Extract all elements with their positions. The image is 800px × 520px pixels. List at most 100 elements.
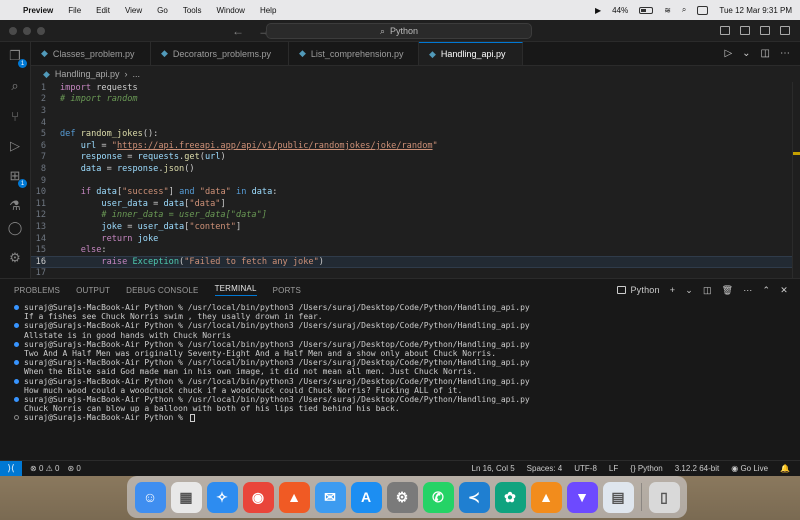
menu-help[interactable]: Help (260, 6, 276, 15)
toggle-sidebar-icon[interactable] (720, 26, 730, 35)
encoding[interactable]: UTF-8 (574, 464, 597, 473)
run-debug-icon[interactable]: ▷ (7, 138, 23, 154)
tab-debug-console[interactable]: DEBUG CONSOLE (126, 286, 198, 295)
whatsapp-icon[interactable]: ✆ (422, 481, 454, 513)
run-dropdown-icon[interactable]: ⌄ (742, 48, 750, 59)
menu-go[interactable]: Go (157, 6, 168, 15)
code-line[interactable]: 3 (31, 105, 800, 117)
preview-icon[interactable]: ▤ (602, 481, 634, 513)
code-line[interactable]: 2 # import random (31, 94, 800, 106)
app-store-icon[interactable]: A (350, 481, 382, 513)
remote-indicator-icon[interactable]: ⟩⟨ (0, 461, 22, 476)
tab-decorators-problems[interactable]: ◆ Decorators_problems.py (151, 42, 289, 65)
code-line[interactable]: 8 data = response. json() (31, 163, 800, 175)
go-live-button[interactable]: ◉ Go Live (731, 464, 768, 473)
system-settings-icon[interactable]: ⚙ (386, 481, 418, 513)
manage-gear-icon[interactable]: ⚙ (7, 250, 23, 266)
code-line[interactable]: 9 (31, 175, 800, 187)
trash-icon[interactable]: 🗑 (722, 285, 734, 296)
split-terminal-icon[interactable]: ◫ (703, 285, 712, 296)
command-center[interactable]: ⌕ Python (266, 23, 532, 39)
code-editor[interactable]: 1 import requests 2 # import random 3 4 5 def r… (31, 82, 800, 278)
tab-ports[interactable]: PORTS (273, 286, 301, 295)
editor-scrollbar[interactable] (792, 82, 800, 278)
battery-icon[interactable] (639, 6, 654, 14)
menu-file[interactable]: File (68, 6, 81, 15)
cursor-position[interactable]: Ln 16, Col 5 (472, 464, 515, 473)
menu-view[interactable]: View (125, 6, 142, 15)
code-line[interactable]: 5 def random_jokes (): (31, 128, 800, 140)
indentation[interactable]: Spaces: 4 (527, 464, 563, 473)
search-icon[interactable]: ⌕ (682, 5, 686, 15)
tab-output[interactable]: OUTPUT (76, 286, 110, 295)
code-line[interactable]: 17 (31, 268, 800, 278)
maximize-panel-icon[interactable]: ⌃ (763, 285, 771, 296)
clock[interactable]: Tue 12 Mar 9:31 PM (719, 6, 792, 15)
tab-terminal[interactable]: TERMINAL (214, 284, 257, 296)
code-line[interactable]: 10 if data["success"] and "data" in data… (31, 186, 800, 198)
safari-icon[interactable]: ✧ (206, 481, 238, 513)
command-decoration-icon[interactable] (14, 415, 19, 421)
menu-tools[interactable]: Tools (183, 6, 202, 15)
tab-problems[interactable]: PROBLEMS (14, 286, 60, 295)
app-menu[interactable]: Preview (23, 6, 53, 15)
python-interpreter[interactable]: 3.12.2 64-bit (675, 464, 719, 473)
mail-icon[interactable]: ✉ (314, 481, 346, 513)
toggle-panel-icon[interactable] (740, 26, 750, 35)
menu-edit[interactable]: Edit (96, 6, 110, 15)
more-actions-icon[interactable]: ⋯ (743, 285, 752, 296)
search-icon[interactable]: ⌕ (7, 78, 23, 94)
command-decoration-icon[interactable] (14, 396, 19, 402)
terminal-dropdown-icon[interactable]: ⌄ (685, 285, 693, 296)
finder-icon[interactable]: ☺ (134, 481, 166, 513)
command-decoration-icon[interactable] (14, 305, 19, 311)
new-terminal-icon[interactable]: + (670, 285, 675, 295)
run-python-file-icon[interactable]: ▷ (724, 48, 732, 59)
control-center-icon[interactable] (697, 5, 709, 15)
brave-icon[interactable]: ▲ (278, 481, 310, 513)
wifi-icon[interactable]: ≋ (664, 6, 671, 15)
code-line[interactable]: 6 url = " https://api.freeapi.app/api/v1/… (31, 140, 800, 152)
code-line[interactable]: 4 (31, 117, 800, 129)
code-line[interactable]: 7 response = requests. get(url) (31, 152, 800, 164)
command-decoration-icon[interactable] (14, 323, 19, 329)
terminal[interactable]: suraj@Surajs-MacBook-Air Python % /usr/l… (0, 301, 800, 460)
testing-icon[interactable]: ⚗ (7, 198, 23, 214)
extensions-icon[interactable]: ⊞ 1 (7, 168, 27, 188)
close-window-button[interactable] (9, 26, 17, 35)
ports-status[interactable]: ⊛ 0 (67, 464, 80, 473)
source-control-icon[interactable]: ⑂ (7, 108, 23, 124)
breadcrumb-rest[interactable]: ... (132, 69, 140, 79)
close-panel-icon[interactable]: ✕ (780, 285, 788, 296)
play-icon[interactable]: ▶ (595, 6, 601, 15)
breadcrumb-file[interactable]: Handling_api.py (55, 69, 120, 79)
split-editor-icon[interactable]: ◫ (761, 48, 770, 59)
tab-handling-api[interactable]: ◆ Handling_api.py (419, 42, 523, 65)
terminal-selector[interactable]: Python (617, 285, 660, 295)
command-decoration-icon[interactable] (14, 360, 19, 366)
language-mode[interactable]: {} Python (630, 464, 662, 473)
toggle-secondary-sidebar-icon[interactable] (760, 26, 770, 35)
code-line[interactable]: 14 return joke (31, 233, 800, 245)
vscode-icon[interactable]: ≺ (458, 481, 490, 513)
tab-classes-problem[interactable]: ◆ Classes_problem.py (31, 42, 151, 65)
command-decoration-icon[interactable] (14, 378, 19, 384)
chrome-icon[interactable]: ◉ (242, 481, 274, 513)
menu-window[interactable]: Window (217, 6, 245, 15)
code-line[interactable]: 13 joke = user_data["content"] (31, 221, 800, 233)
launchpad-icon[interactable]: ▦ (170, 481, 202, 513)
code-line[interactable]: 15 else: (31, 244, 800, 256)
code-line[interactable]: 16 raise Exception("Failed to fetch any … (31, 255, 800, 268)
end-of-line[interactable]: LF (609, 464, 618, 473)
tab-list-comprehension[interactable]: ◆ List_comprehension.py (289, 42, 419, 65)
code-line[interactable]: 11 user_data = data["data"] (31, 198, 800, 210)
chatgpt-icon[interactable]: ✿ (494, 481, 526, 513)
trash-icon[interactable]: ▯ (648, 481, 680, 513)
more-actions-icon[interactable]: ⋯ (780, 48, 790, 59)
minimize-window-button[interactable] (23, 26, 31, 35)
account-icon[interactable]: ◯ (7, 220, 23, 236)
problems-status[interactable]: ⊗ 0 ⚠ 0 (30, 464, 59, 473)
back-arrow-icon[interactable]: ← (232, 24, 244, 38)
proton-vpn-icon[interactable]: ▼ (566, 481, 598, 513)
zoom-window-button[interactable] (37, 26, 45, 35)
